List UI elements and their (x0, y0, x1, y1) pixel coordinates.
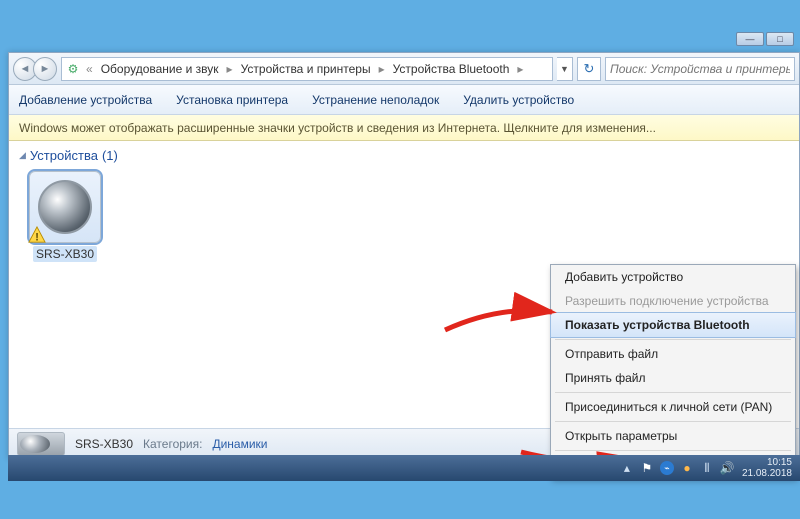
menu-open-settings[interactable]: Открыть параметры (551, 424, 795, 448)
breadcrumb-item[interactable]: Оборудование и звук (95, 62, 225, 76)
taskbar-clock[interactable]: 10:15 21.08.2018 (742, 457, 792, 479)
section-title: Устройства (30, 148, 98, 163)
breadcrumb-root: « (84, 62, 95, 76)
history-dropdown[interactable]: ▼ (557, 57, 573, 81)
speaker-icon: ! (29, 171, 101, 243)
device-item[interactable]: ! SRS-XB30 (19, 171, 111, 261)
safely-remove-icon[interactable]: ● (680, 461, 694, 475)
maximize-button[interactable]: □ (766, 32, 794, 46)
collapse-icon: ◢ (19, 150, 26, 161)
chevron-right-icon: ▸ (225, 62, 235, 76)
bluetooth-tray-icon[interactable]: ⌁ (660, 461, 674, 475)
menu-send-file[interactable]: Отправить файл (551, 342, 795, 366)
details-device-name: SRS-XB30 (75, 437, 133, 451)
menu-allow-connection: Разрешить подключение устройства (551, 289, 795, 313)
add-device-button[interactable]: Добавление устройства (19, 93, 152, 107)
section-header[interactable]: ◢ Устройства (1) (19, 148, 789, 163)
details-category-value: Динамики (212, 437, 267, 451)
menu-separator (555, 339, 791, 340)
section-count: (1) (102, 148, 118, 163)
volume-icon[interactable]: 🔊 (720, 461, 734, 475)
info-bar-text: Windows может отображать расширенные зна… (19, 121, 656, 135)
chevron-right-icon: ▸ (377, 62, 387, 76)
warning-icon: ! (28, 226, 46, 244)
menu-receive-file[interactable]: Принять файл (551, 366, 795, 390)
action-center-icon[interactable]: ⚑ (640, 461, 654, 475)
command-bar: Добавление устройства Установка принтера… (9, 85, 799, 115)
troubleshoot-button[interactable]: Устранение неполадок (312, 93, 439, 107)
svg-text:!: ! (35, 231, 39, 243)
details-speaker-icon (17, 432, 65, 456)
search-box[interactable] (605, 57, 795, 81)
menu-separator (555, 450, 791, 451)
search-input[interactable] (610, 62, 790, 76)
tray-overflow-icon[interactable]: ▴ (620, 461, 634, 475)
remove-device-button[interactable]: Удалить устройство (463, 93, 574, 107)
menu-add-device[interactable]: Добавить устройство (551, 265, 795, 289)
system-tray: ▴ ⚑ ⌁ ● ⫴ 🔊 (620, 461, 734, 475)
menu-separator (555, 392, 791, 393)
breadcrumb-item[interactable]: Устройства Bluetooth (387, 62, 516, 76)
chevron-right-icon: ▸ (515, 62, 525, 76)
breadcrumb[interactable]: ⚙ « Оборудование и звук ▸ Устройства и п… (61, 57, 553, 81)
nav-forward-button[interactable]: ► (33, 57, 57, 81)
menu-join-pan[interactable]: Присоединиться к личной сети (PAN) (551, 395, 795, 419)
network-icon[interactable]: ⫴ (700, 461, 714, 475)
tray-context-menu: Добавить устройство Разрешить подключени… (550, 264, 796, 478)
refresh-button[interactable]: ↻ (577, 57, 601, 81)
devices-icon: ⚙ (62, 58, 84, 80)
device-label: SRS-XB30 (33, 246, 97, 262)
breadcrumb-item[interactable]: Устройства и принтеры (235, 62, 377, 76)
menu-show-bluetooth-devices[interactable]: Показать устройства Bluetooth (550, 312, 796, 338)
window-controls: — □ (736, 32, 794, 46)
minimize-button[interactable]: — (736, 32, 764, 46)
taskbar: ▴ ⚑ ⌁ ● ⫴ 🔊 10:15 21.08.2018 (8, 455, 800, 481)
info-bar[interactable]: Windows может отображать расширенные зна… (9, 115, 799, 141)
add-printer-button[interactable]: Установка принтера (176, 93, 288, 107)
details-category-label: Категория: (143, 437, 202, 451)
taskbar-time: 10:15 (742, 457, 792, 468)
address-bar: ◄ ► ⚙ « Оборудование и звук ▸ Устройства… (9, 53, 799, 85)
menu-separator (555, 421, 791, 422)
taskbar-date: 21.08.2018 (742, 468, 792, 479)
